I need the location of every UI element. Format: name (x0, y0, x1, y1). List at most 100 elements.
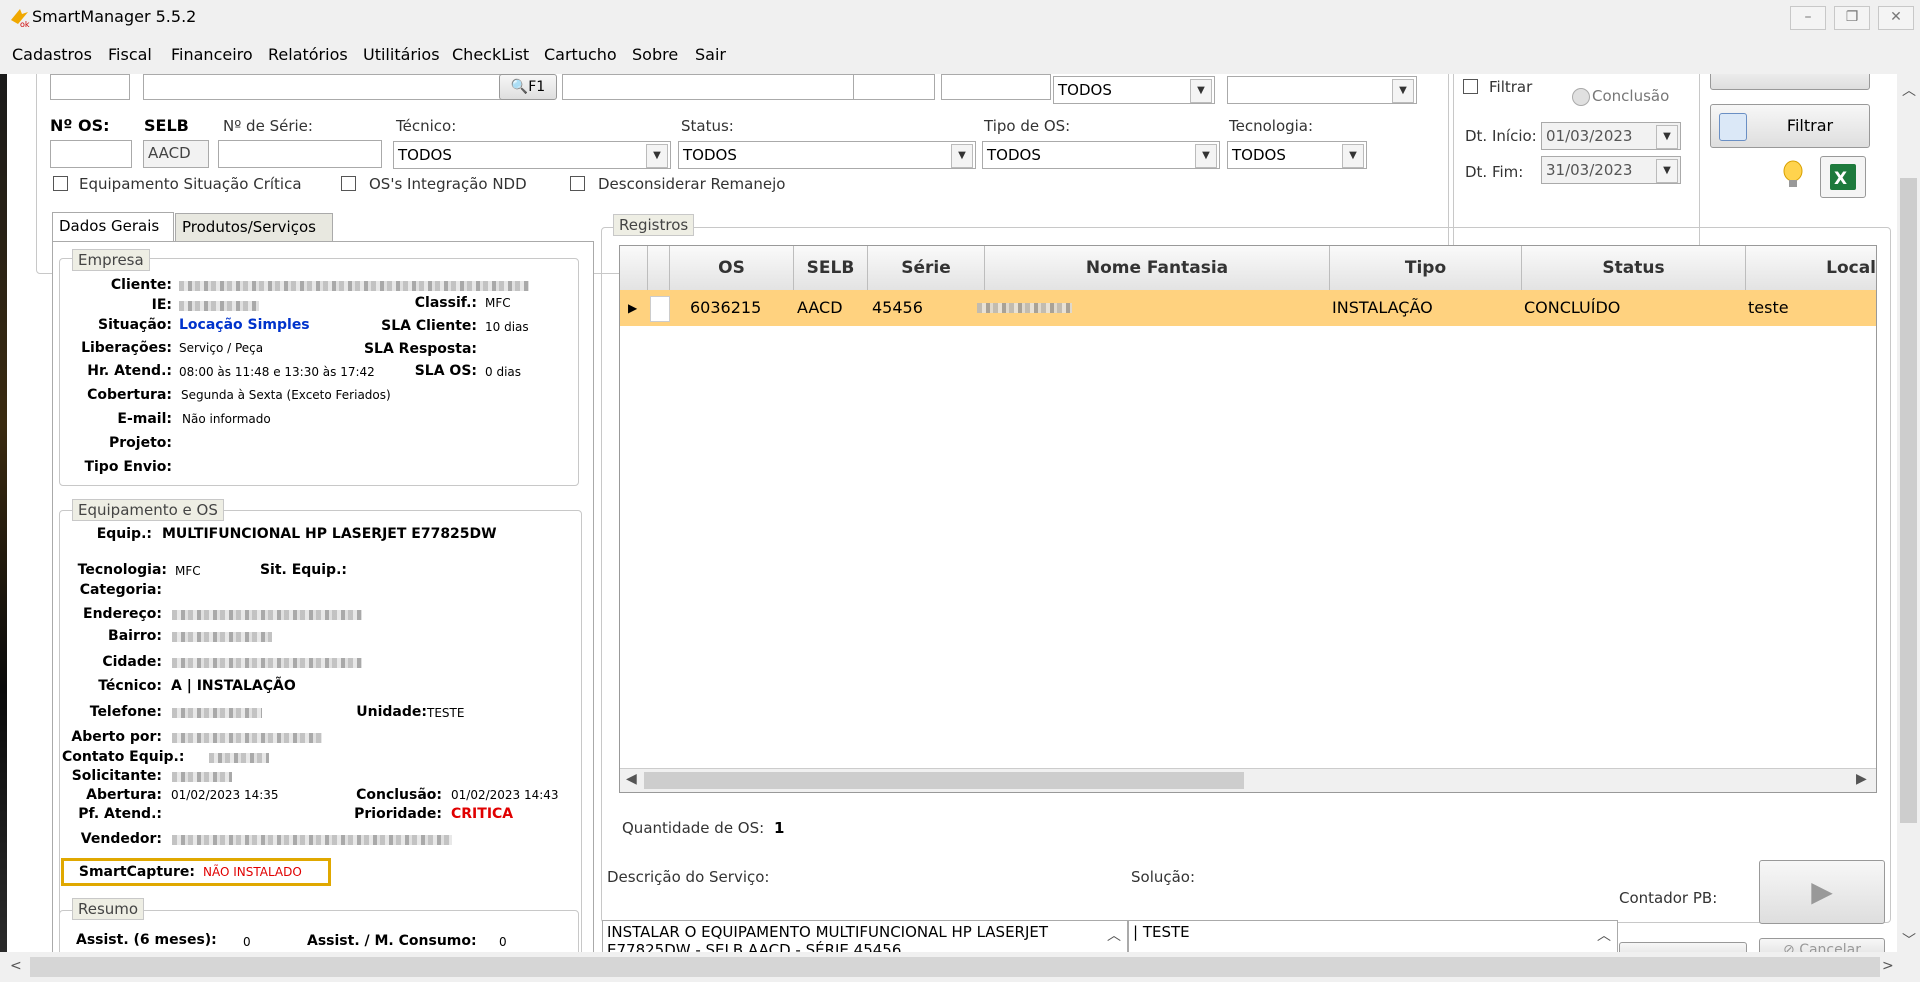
menu-checklist[interactable]: CheckList (452, 45, 529, 64)
filtrar-checkbox[interactable] (1463, 79, 1478, 94)
play-icon: ▶ (1811, 875, 1833, 908)
grid-head-select (648, 246, 670, 290)
scroll-up-icon[interactable]: ︿ (1107, 925, 1121, 945)
cancelar-label: Cancelar (1799, 942, 1861, 952)
conclusao-radio[interactable] (1572, 88, 1590, 106)
dt-fim-label: Dt. Fim: (1465, 163, 1524, 181)
lightbulb-icon[interactable] (1782, 160, 1804, 190)
title-bar: ok SmartManager 5.5.2 – ❐ ✕ (0, 0, 1920, 36)
dt-inicio-picker[interactable]: 01/03/2023 ▼ (1541, 122, 1681, 150)
date-value: 01/03/2023 (1546, 127, 1633, 145)
sla-os-value: 0 dias (485, 365, 522, 379)
registros-grid: OS SELB Série Nome Fantasia Tipo Status … (619, 245, 1877, 793)
telefone-label: Telefone: (89, 704, 162, 720)
tecnologia-combo[interactable]: TODOS ▼ (1227, 141, 1367, 169)
serie-input[interactable] (218, 140, 382, 168)
row-indicator-icon: ▶ (628, 301, 638, 315)
play-button[interactable]: ▶ (1759, 860, 1885, 924)
filter-empty-combo[interactable]: ▼ (1227, 76, 1417, 104)
dt-inicio-label: Dt. Início: (1465, 127, 1537, 145)
filter-field-3[interactable] (853, 74, 935, 100)
chevron-down-icon: ▼ (1656, 125, 1678, 149)
tab-produtos-servicos[interactable]: Produtos/Serviços (175, 213, 333, 242)
classif-label: Classif.: (414, 295, 477, 311)
prioridade-value: CRITICA (451, 806, 514, 822)
grid-head-os[interactable]: OS (670, 246, 794, 290)
scroll-left-icon[interactable]: ◀ (626, 771, 637, 787)
menu-cadastros[interactable]: Cadastros (12, 45, 92, 64)
descricao-textarea[interactable]: INSTALAR O EQUIPAMENTO MULTIFUNCIONAL HP… (602, 920, 1128, 952)
scroll-right-icon[interactable]: > (1882, 958, 1894, 974)
solicitante-value-redacted (172, 772, 232, 782)
sla-cliente-value: 10 dias (485, 320, 529, 334)
menu-fiscal[interactable]: Fiscal (108, 45, 152, 64)
scroll-left-icon[interactable]: < (10, 958, 22, 974)
abertura-label: Abertura: (86, 787, 162, 803)
scroll-down-icon[interactable]: ﹀ (1902, 930, 1916, 950)
menu-relatorios[interactable]: Relatórios (268, 45, 348, 64)
tipo-os-combo[interactable]: TODOS ▼ (982, 141, 1220, 169)
grid-head-tipo[interactable]: Tipo (1330, 246, 1522, 290)
liberacoes-label: Liberações: (81, 340, 172, 356)
integracao-ndd-checkbox[interactable] (341, 176, 356, 191)
grid-head-nome-fantasia[interactable]: Nome Fantasia (985, 246, 1330, 290)
chevron-down-icon: ▼ (1195, 144, 1217, 168)
desconsiderar-checkbox[interactable] (570, 176, 585, 191)
scroll-up-icon[interactable]: ︿ (1597, 925, 1611, 945)
minimize-button[interactable]: – (1790, 6, 1826, 30)
filter-todos-combo[interactable]: TODOS ▼ (1053, 76, 1215, 104)
dt-fim-picker[interactable]: 31/03/2023 ▼ (1541, 156, 1681, 184)
menu-sobre[interactable]: Sobre (632, 45, 678, 64)
filter-field-1[interactable] (50, 74, 130, 100)
menu-sair[interactable]: Sair (695, 45, 726, 64)
close-button[interactable]: ✕ (1878, 6, 1914, 30)
row-status: CONCLUÍDO (1524, 298, 1621, 317)
scroll-up-icon[interactable]: ︿ (1902, 80, 1916, 100)
selb-input[interactable]: AACD (143, 140, 209, 168)
assist-value: 0 (243, 935, 251, 949)
vertical-scroll-thumb[interactable] (1900, 178, 1917, 823)
excel-export-button[interactable]: X (1820, 156, 1866, 198)
table-row[interactable]: ▶ 6036215 AACD 45456 INSTALAÇÃO CONCLUÍD… (620, 290, 1876, 326)
menu-utilitarios[interactable]: Utilitários (363, 45, 440, 64)
grid-head-serie[interactable]: Série (868, 246, 985, 290)
contador-action-button[interactable] (1619, 942, 1747, 952)
filter-field-4[interactable] (941, 74, 1051, 100)
chevron-down-icon: ▼ (646, 144, 668, 168)
menu-financeiro[interactable]: Financeiro (171, 45, 253, 64)
abertura-value: 01/02/2023 14:35 (171, 788, 279, 802)
filter-field-2[interactable] (562, 74, 854, 100)
menu-cartucho[interactable]: Cartucho (544, 45, 617, 64)
grid-head-local[interactable]: Local (1746, 246, 1876, 290)
top-action-button[interactable] (1710, 74, 1870, 90)
tab-dados-gerais[interactable]: Dados Gerais (52, 212, 174, 242)
row-select-box[interactable] (650, 296, 670, 322)
grid-head-status[interactable]: Status (1522, 246, 1746, 290)
conclusao-field-label: Conclusão: (356, 787, 442, 803)
scroll-right-icon[interactable]: ▶ (1856, 771, 1867, 787)
row-os: 6036215 (690, 298, 762, 317)
cancelar-button[interactable]: ⊘ Cancelar (1759, 938, 1885, 952)
status-combo[interactable]: TODOS ▼ (678, 141, 976, 169)
grid-scroll-thumb[interactable] (644, 772, 1244, 789)
os-number-input[interactable] (50, 140, 132, 168)
solucao-textarea[interactable]: | TESTE ︿ (1128, 920, 1618, 952)
equip-critica-checkbox[interactable] (53, 176, 68, 191)
combo-value: TODOS (1058, 81, 1112, 99)
grid-horizontal-scrollbar[interactable]: ◀ ▶ (620, 768, 1876, 792)
tecnico-combo[interactable]: TODOS ▼ (393, 141, 671, 169)
combo-value: TODOS (683, 146, 737, 164)
aberto-por-label: Aberto por: (71, 729, 162, 745)
filtrar-button[interactable]: Filtrar (1710, 104, 1870, 148)
f1-search-button[interactable]: 🔍F1 (499, 74, 557, 100)
pf-atend-label: Pf. Atend.: (78, 806, 162, 822)
cancel-icon: ⊘ (1783, 942, 1800, 952)
cliente-search-field[interactable] (143, 74, 503, 100)
restore-button[interactable]: ❐ (1834, 6, 1870, 30)
aberto-por-value-redacted (172, 733, 322, 743)
row-nome-fantasia-redacted (977, 303, 1072, 313)
telefone-value-redacted (172, 708, 262, 718)
combo-value: TODOS (1232, 146, 1286, 164)
grid-head-selb[interactable]: SELB (794, 246, 868, 290)
horizontal-scroll-thumb[interactable] (30, 957, 1880, 977)
